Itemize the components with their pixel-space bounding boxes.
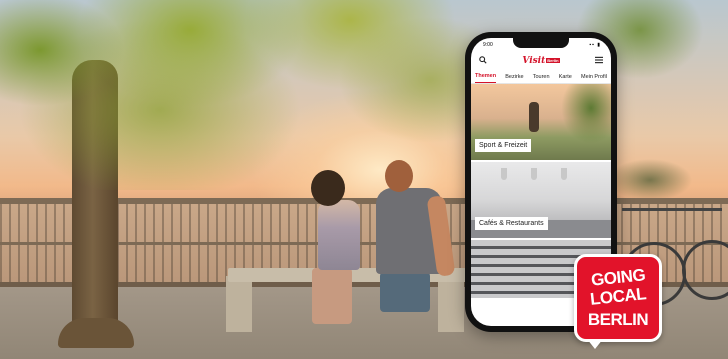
badge-line-berlin: BERLIN [587,309,649,329]
signal-battery-icon: ▪▪ ▮ [589,42,601,48]
card-image-cyclist [529,102,539,132]
status-time: 9:00 [483,42,493,48]
card-label: Cafés & Restaurants [475,217,548,230]
man-figure-legs [380,272,430,312]
card-image-lamp [531,168,537,180]
visit-berlin-logo[interactable]: Visit Berlin [522,56,560,66]
tab-touren[interactable]: Touren [533,74,550,83]
tab-karte[interactable]: Karte [559,74,572,83]
woman-figure [318,200,360,270]
search-icon[interactable] [478,56,488,66]
distant-trees [600,150,728,200]
willow-canopy [0,0,480,190]
bench-leg [226,276,252,332]
card-sport-freizeit[interactable]: Sport & Freizeit [471,84,611,162]
phone-notch [513,38,569,48]
woman-figure-head [311,170,345,206]
tab-bar: Themen Bezirke Touren Karte Mein Profil [471,70,611,84]
man-figure-head [385,160,413,192]
logo-text: Visit [522,56,546,66]
hamburger-menu-icon[interactable] [594,56,604,66]
tab-mein-profil[interactable]: Mein Profil [581,74,607,83]
logo-sub: Berlin [546,58,560,63]
tab-themen[interactable]: Themen [475,73,497,83]
card-image-tree [561,84,611,144]
badge-line-local: LOCAL [589,283,647,309]
app-header: Visit Berlin [471,52,611,70]
tab-bezirke[interactable]: Bezirke [505,74,523,83]
card-image-lamp [501,168,507,180]
badge-speech-tail [587,339,603,349]
willow-root [58,318,134,348]
card-label: Sport & Freizeit [475,139,532,152]
card-cafes-restaurants[interactable]: Cafés & Restaurants [471,162,611,240]
bench-leg [438,276,464,332]
woman-figure-legs [312,268,352,324]
card-image-lamp [561,168,567,180]
going-local-berlin-badge: GOING LOCAL BERLIN [574,254,662,349]
